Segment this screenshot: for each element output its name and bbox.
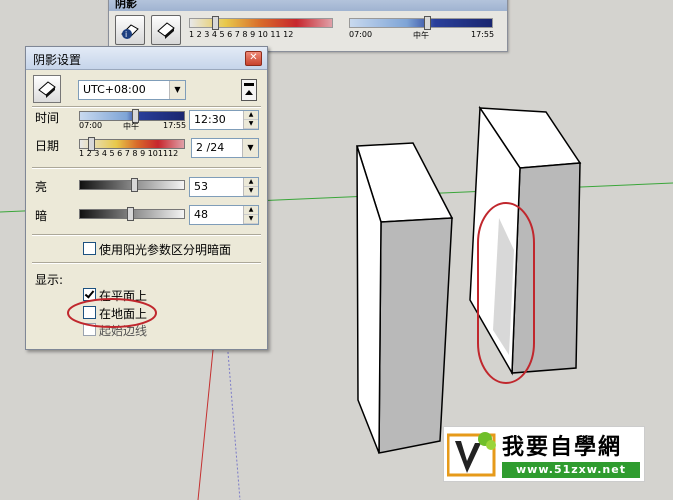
shadow-toolbar: 阴影 i 1 2 3 4 5 6 7 8 9 10 11 12 07:00 中午… xyxy=(108,0,508,52)
dialog-title: 阴影设置 xyxy=(33,53,82,67)
time-end: 17:55 xyxy=(163,121,187,130)
toolbar-month-ticks: 1 2 3 4 5 6 7 8 9 10 11 12 xyxy=(189,30,294,39)
timezone-select[interactable]: UTC+08:00 ▼ xyxy=(78,80,186,100)
light-slider-thumb[interactable] xyxy=(131,178,138,192)
time-value: 12:30 xyxy=(194,113,226,126)
shadow-toggle-icon xyxy=(38,81,56,98)
close-icon[interactable]: ✕ xyxy=(245,51,262,66)
site-logo: 我要自學網 www.51zxw.net xyxy=(443,426,645,482)
shadow-settings-button[interactable]: i xyxy=(115,15,145,45)
toolbar-title: 阴影 xyxy=(115,0,137,10)
collapse-button[interactable] xyxy=(241,79,257,101)
date-slider[interactable] xyxy=(79,137,185,151)
left-box[interactable] xyxy=(355,142,454,454)
toolbar-time-thumb[interactable] xyxy=(424,16,431,30)
month-ticks: 1 2 3 4 5 6 7 8 9 101112 xyxy=(79,149,179,158)
collapse-triangle xyxy=(245,90,253,95)
toolbar-time-end: 17:55 xyxy=(471,30,495,39)
sun-dark-checkbox[interactable] xyxy=(83,242,96,255)
dialog-titlebar[interactable]: 阴影设置 ✕ xyxy=(26,47,267,70)
dark-input[interactable]: 48 ▲ ▼ xyxy=(189,205,259,225)
logo-text: 我要自學網 xyxy=(502,435,623,460)
shadow-toggle-icon xyxy=(157,22,175,39)
time-slider[interactable] xyxy=(79,109,185,123)
logo-url: www.51zxw.net xyxy=(502,462,640,478)
shadow-toggle-button-dialog[interactable] xyxy=(33,75,61,103)
toolbar-titlebar: 阴影 xyxy=(109,0,507,11)
sun-shadow-icon: i xyxy=(121,24,139,39)
dark-slider[interactable] xyxy=(79,207,185,221)
blue-axis xyxy=(226,339,241,500)
timezone-value: UTC+08:00 xyxy=(83,83,146,96)
dropdown-arrow-icon[interactable]: ▼ xyxy=(242,139,258,157)
right-box[interactable] xyxy=(469,105,582,376)
shadow-toggle-button[interactable] xyxy=(151,15,181,45)
toolbar-date-thumb[interactable] xyxy=(212,16,219,30)
light-value: 53 xyxy=(194,180,208,193)
separator xyxy=(32,106,261,108)
separator xyxy=(32,262,261,264)
dark-value: 48 xyxy=(194,208,208,221)
collapse-icon xyxy=(244,83,254,86)
dropdown-arrow-icon[interactable]: ▼ xyxy=(169,81,185,99)
logo-emblem xyxy=(447,432,496,477)
dark-slider-thumb[interactable] xyxy=(127,207,134,221)
light-input[interactable]: 53 ▲ ▼ xyxy=(189,177,259,197)
display-label: 显示: xyxy=(35,273,64,287)
date-label: 日期 xyxy=(35,139,60,153)
dark-spinner[interactable]: ▲ ▼ xyxy=(243,206,258,224)
svg-text:i: i xyxy=(125,30,127,39)
toolbar-time-mid: 中午 xyxy=(413,31,429,40)
toolbar-time-start: 07:00 xyxy=(349,30,373,39)
toolbar-time-slider[interactable] xyxy=(349,16,493,30)
highlight-ellipse-checkbox xyxy=(67,298,157,328)
time-input[interactable]: 12:30 ▲ ▼ xyxy=(189,110,259,130)
sun-dark-label: 使用阳光参数区分明暗面 xyxy=(99,243,232,257)
light-slider[interactable] xyxy=(79,178,185,192)
toolbar-date-slider[interactable] xyxy=(189,16,333,30)
date-select[interactable]: 2 /24 ▼ xyxy=(191,138,259,158)
time-spinner[interactable]: ▲ ▼ xyxy=(243,111,258,129)
light-spinner[interactable]: ▲ ▼ xyxy=(243,178,258,196)
red-axis xyxy=(197,339,215,500)
time-start: 07:00 xyxy=(79,121,103,130)
time-label: 时间 xyxy=(35,111,60,125)
date-value: 2 /24 xyxy=(196,141,225,154)
dark-label: 暗 xyxy=(35,209,48,223)
light-label: 亮 xyxy=(35,180,48,194)
separator xyxy=(32,167,261,169)
separator xyxy=(32,234,261,236)
time-mid: 中午 xyxy=(123,122,139,131)
